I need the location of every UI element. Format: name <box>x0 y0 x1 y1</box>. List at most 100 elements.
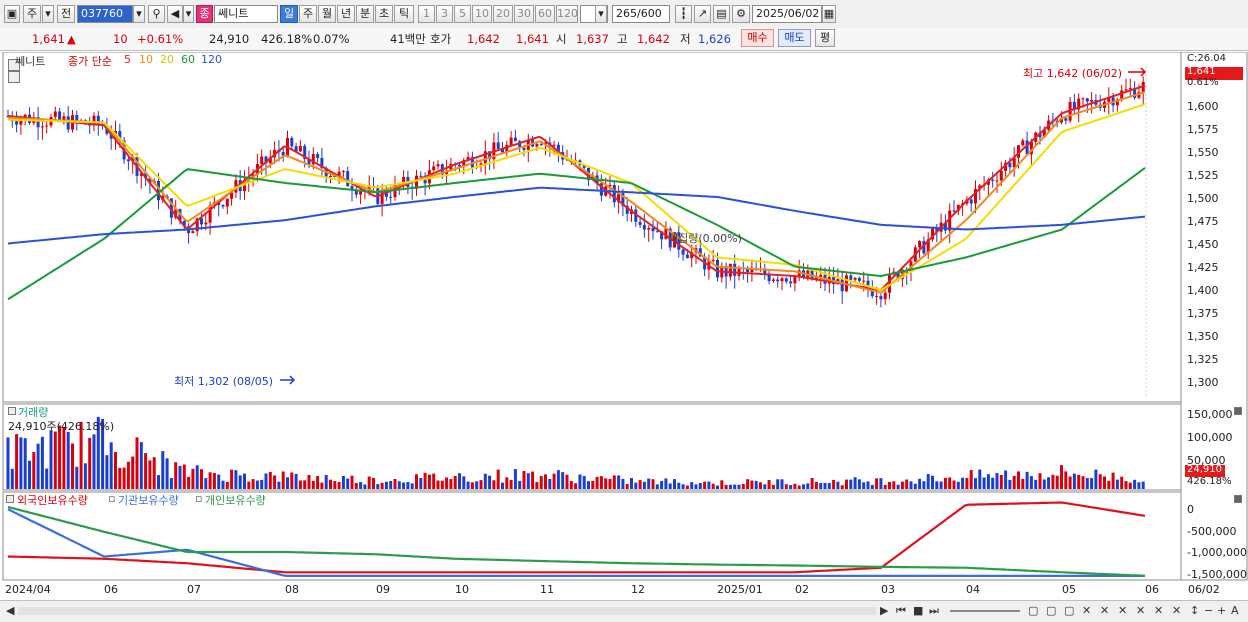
volume-bar <box>638 480 642 489</box>
volume-bar <box>139 442 143 489</box>
legend-institution[interactable]: 기관보유수량 <box>118 492 179 508</box>
speaker-icon[interactable]: ◀ <box>167 5 183 23</box>
zoom-out-icon[interactable]: − <box>1204 604 1213 618</box>
candle-body <box>784 278 788 282</box>
period-minute-button[interactable]: 분 <box>356 5 374 23</box>
eval-button[interactable]: 평 <box>815 29 835 47</box>
ma20-legend[interactable]: 20 <box>160 53 174 66</box>
mode-chevron-down-icon[interactable]: ▾ <box>42 5 54 23</box>
interval-chevron-down-icon[interactable]: ▾ <box>595 5 607 23</box>
candle-icon[interactable]: ┇ <box>675 5 692 23</box>
window-icon[interactable]: ▢ <box>1064 604 1074 618</box>
candle-body <box>535 144 539 147</box>
ma60-legend[interactable]: 60 <box>181 53 195 66</box>
zoom-slider[interactable] <box>950 610 1020 612</box>
quote-bar: 1,641 ▲ 10 +0.61% 24,910 426.18% 0.07% 4… <box>0 28 1248 51</box>
ma10-legend[interactable]: 10 <box>139 53 153 66</box>
volume-bar <box>1072 473 1076 489</box>
copy-icon[interactable]: ▢ <box>1046 604 1056 618</box>
period-year-button[interactable]: 년 <box>337 5 355 23</box>
cross-icon[interactable]: ✕ <box>1154 604 1163 618</box>
first-page-icon[interactable]: ⏮ <box>896 604 906 618</box>
stop-icon[interactable]: ■ <box>913 604 923 618</box>
interval-1-button[interactable]: 1 <box>418 5 435 23</box>
ma5-legend[interactable]: 5 <box>124 53 131 66</box>
x-axis-label: 07 <box>187 583 201 596</box>
cross-icon[interactable]: ✕ <box>1118 604 1127 618</box>
holding-tick: 0 <box>1187 503 1194 516</box>
legend-individual[interactable]: 개인보유수량 <box>205 492 266 508</box>
volume-bar <box>952 480 956 489</box>
calendar-icon[interactable]: ▦ <box>822 5 836 23</box>
candle-body <box>509 137 513 145</box>
layout-icon[interactable]: ▢ <box>1028 604 1038 618</box>
volume-bar <box>978 469 982 489</box>
interval-60-button[interactable]: 60 <box>535 5 555 23</box>
price-tick: 1,525 <box>1187 169 1219 182</box>
stock-code-input[interactable]: 037760 <box>77 5 133 23</box>
date-input[interactable]: 2025/06/02 <box>752 5 822 23</box>
x-axis-label: 06 <box>1145 583 1159 596</box>
stock-name-field[interactable]: 쎄니트 <box>214 5 278 23</box>
holding-tick: -1,000,000 <box>1187 546 1247 559</box>
volume-bar <box>918 478 922 489</box>
search-icon[interactable]: ⚲ <box>148 5 165 23</box>
legend-foreign[interactable]: 외국인보유수량 <box>17 492 88 508</box>
draw-tool-icon[interactable]: ↗ <box>694 5 711 23</box>
code-chevron-down-icon[interactable]: ▾ <box>133 5 145 23</box>
expand-icon[interactable]: ↕ <box>1190 604 1199 618</box>
period-tick-button[interactable]: 틱 <box>394 5 414 23</box>
window-menu-icon[interactable]: ▣ <box>4 5 20 23</box>
gear-icon[interactable]: ⚙ <box>732 5 750 23</box>
candle-body <box>389 196 393 198</box>
interval-10-button[interactable]: 10 <box>472 5 492 23</box>
cross-icon[interactable]: ✕ <box>1136 604 1145 618</box>
holding-panel-close-icon[interactable] <box>1234 495 1242 503</box>
volume-bar <box>28 460 31 489</box>
interval-20-button[interactable]: 20 <box>493 5 513 23</box>
text-size-icon[interactable]: A <box>1231 604 1239 618</box>
interval-3-button[interactable]: 3 <box>436 5 453 23</box>
zoom-in-icon[interactable]: + <box>1217 604 1226 618</box>
period-second-button[interactable]: 초 <box>375 5 393 23</box>
candle-body <box>875 296 879 298</box>
period-week-button[interactable]: 주 <box>299 5 317 23</box>
count-field[interactable]: 265/600 <box>612 5 670 23</box>
volume-bar <box>668 483 672 489</box>
volume-panel-close-icon[interactable] <box>1234 407 1242 415</box>
speaker-chevron-down-icon[interactable]: ▾ <box>183 5 194 23</box>
price-tick: 1,475 <box>1187 215 1219 228</box>
chart-area[interactable] <box>0 52 1248 621</box>
scroll-left-icon[interactable]: ◀ <box>6 604 14 618</box>
horizontal-scrollbar[interactable] <box>18 607 876 615</box>
holding-panel-menu-icon[interactable] <box>6 495 14 503</box>
period-month-button[interactable]: 월 <box>318 5 336 23</box>
ma120-legend[interactable]: 120 <box>201 53 222 66</box>
volume-panel-menu-icon[interactable] <box>8 407 16 415</box>
volume-bar <box>1051 474 1055 489</box>
volume-bar <box>307 475 311 489</box>
interval-120-button[interactable]: 120 <box>556 5 578 23</box>
last-page-icon[interactable]: ⏭ <box>929 604 939 618</box>
period-day-button[interactable]: 일 <box>280 5 298 23</box>
x-axis-label: 12 <box>631 583 645 596</box>
interval-30-button[interactable]: 30 <box>514 5 534 23</box>
scroll-right-icon[interactable]: ▶ <box>880 604 888 618</box>
cross-icon[interactable]: ✕ <box>1082 604 1091 618</box>
cross-icon[interactable]: ✕ <box>1172 604 1181 618</box>
price-tick: 1,500 <box>1187 192 1219 205</box>
prev-button[interactable]: 전 <box>57 5 75 23</box>
volume-bar <box>243 473 246 489</box>
sell-button[interactable]: 매도 <box>778 29 811 47</box>
buy-button[interactable]: 매수 <box>741 29 774 47</box>
price-tick: 1,450 <box>1187 238 1219 251</box>
cross-icon[interactable]: ✕ <box>1100 604 1109 618</box>
save-icon[interactable]: ▤ <box>713 5 730 23</box>
interval-5-button[interactable]: 5 <box>454 5 471 23</box>
volume-bar <box>71 443 74 489</box>
mode-dropdown[interactable]: 주 <box>23 5 41 23</box>
grid-toggle-icon[interactable] <box>8 71 20 83</box>
volume-bar <box>1115 479 1119 489</box>
volume-bar <box>823 482 827 489</box>
buy-label: 매수 <box>747 31 768 44</box>
